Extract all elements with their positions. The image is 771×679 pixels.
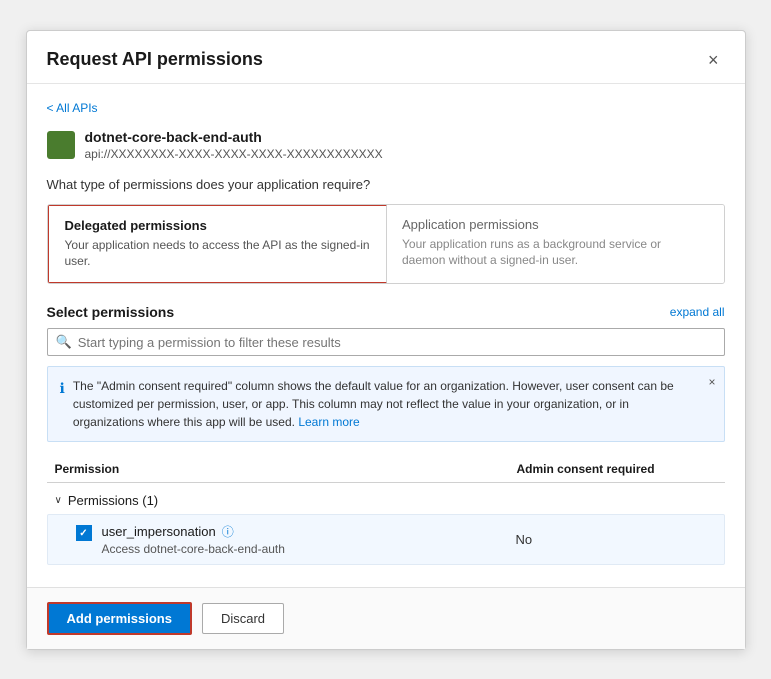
delegated-desc: Your application needs to access the API… xyxy=(65,237,371,271)
checkmark-icon: ✓ xyxy=(79,528,87,539)
select-permissions-label: Select permissions xyxy=(47,304,175,320)
discard-button[interactable]: Discard xyxy=(202,603,284,634)
permissions-group-header[interactable]: ∨ Permissions (1) xyxy=(47,487,725,514)
perm-name-row: user_impersonation ⓘ xyxy=(102,523,285,540)
close-button[interactable]: × xyxy=(702,49,725,71)
info-icon: ℹ xyxy=(60,378,65,399)
api-name: dotnet-core-back-end-auth xyxy=(85,129,383,145)
delegated-permissions-card[interactable]: Delegated permissions Your application n… xyxy=(47,204,388,285)
perm-info-icon[interactable]: ⓘ xyxy=(222,523,234,540)
permission-type-question: What type of permissions does your appli… xyxy=(47,177,725,192)
permission-row: ✓ user_impersonation ⓘ Access dotnet-cor… xyxy=(47,514,725,565)
request-api-permissions-dialog: Request API permissions × < All APIs dot… xyxy=(26,30,746,650)
api-details: dotnet-core-back-end-auth api://XXXXXXXX… xyxy=(85,129,383,161)
group-label: Permissions (1) xyxy=(68,493,158,508)
api-icon xyxy=(47,131,75,159)
chevron-down-icon: ∨ xyxy=(55,495,62,506)
api-uri: api://XXXXXXXX-XXXX-XXXX-XXXX-XXXXXXXXXX… xyxy=(85,147,383,161)
col-permission-header: Permission xyxy=(55,462,517,476)
perm-admin-consent: No xyxy=(516,532,716,547)
search-box: 🔍 xyxy=(47,328,725,356)
learn-more-link[interactable]: Learn more xyxy=(298,415,359,429)
perm-name: user_impersonation xyxy=(102,524,216,539)
application-desc: Your application runs as a background se… xyxy=(402,236,708,270)
search-input[interactable] xyxy=(78,335,716,350)
dialog-body: < All APIs dotnet-core-back-end-auth api… xyxy=(27,84,745,587)
select-permissions-header: Select permissions expand all xyxy=(47,304,725,320)
expand-all-link[interactable]: expand all xyxy=(670,305,725,319)
info-banner-text: The "Admin consent required" column show… xyxy=(73,377,694,431)
perm-desc: Access dotnet-core-back-end-auth xyxy=(102,542,285,556)
add-permissions-button[interactable]: Add permissions xyxy=(47,602,192,635)
api-info: dotnet-core-back-end-auth api://XXXXXXXX… xyxy=(47,129,725,161)
permissions-group: ∨ Permissions (1) ✓ user_impersonation ⓘ xyxy=(47,487,725,565)
dialog-footer: Add permissions Discard xyxy=(27,587,745,649)
col-admin-header: Admin consent required xyxy=(517,462,717,476)
application-title: Application permissions xyxy=(402,217,708,232)
info-banner: ℹ The "Admin consent required" column sh… xyxy=(47,366,725,442)
dialog-header: Request API permissions × xyxy=(27,31,745,84)
permissions-table-header: Permission Admin consent required xyxy=(47,456,725,483)
user-impersonation-checkbox[interactable]: ✓ xyxy=(76,525,92,541)
perm-name-wrap: user_impersonation ⓘ Access dotnet-core-… xyxy=(102,523,285,556)
checkbox-wrap[interactable]: ✓ xyxy=(76,525,92,541)
permission-type-selector: Delegated permissions Your application n… xyxy=(47,204,725,285)
perm-row-left: ✓ user_impersonation ⓘ Access dotnet-cor… xyxy=(76,523,516,556)
info-banner-close-button[interactable]: × xyxy=(708,375,715,389)
dialog-title: Request API permissions xyxy=(47,49,263,70)
application-permissions-card[interactable]: Application permissions Your application… xyxy=(386,205,724,284)
delegated-title: Delegated permissions xyxy=(65,218,371,233)
search-icon: 🔍 xyxy=(56,334,72,350)
back-to-all-apis-link[interactable]: < All APIs xyxy=(47,101,98,115)
